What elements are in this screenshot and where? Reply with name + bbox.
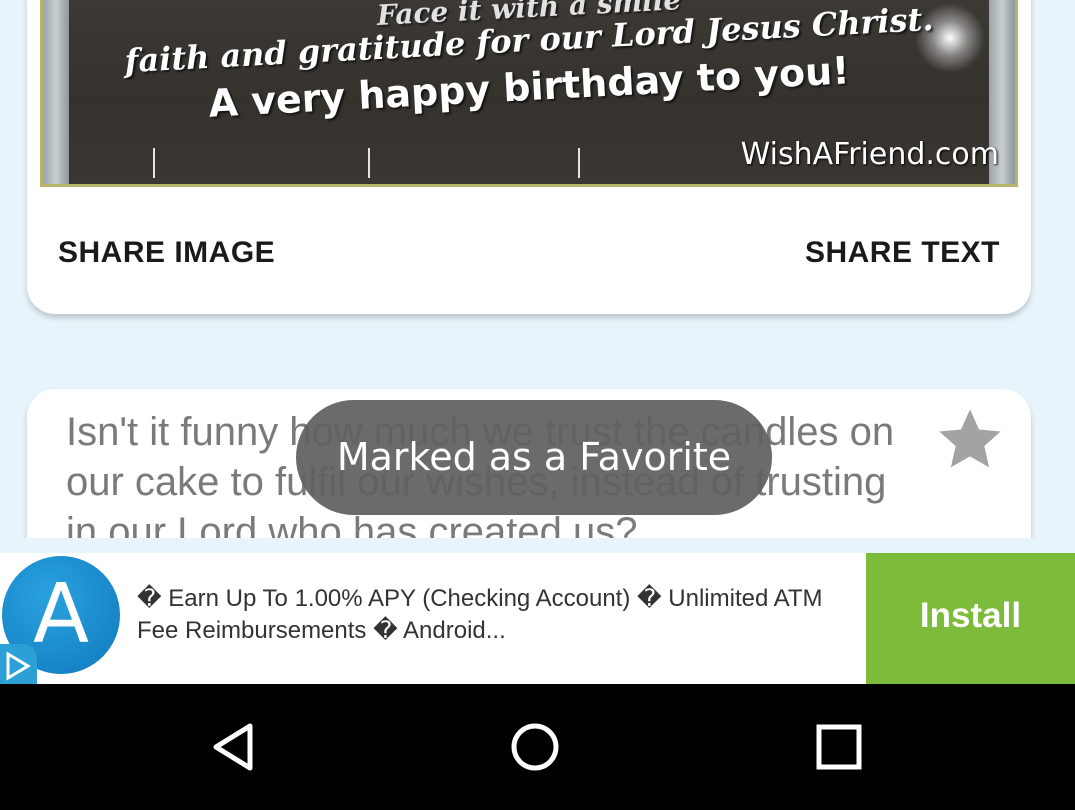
- ad-top-strip: [0, 538, 1075, 553]
- system-nav-bar: [0, 684, 1075, 810]
- adchoices-icon[interactable]: [0, 644, 37, 684]
- recents-square-icon[interactable]: [815, 722, 863, 772]
- star-icon[interactable]: [935, 405, 1005, 475]
- home-circle-icon[interactable]: [510, 722, 560, 772]
- branch-decoration: [153, 148, 155, 178]
- share-text-button[interactable]: SHARE TEXT: [805, 236, 1000, 270]
- ad-banner[interactable]: A � Earn Up To 1.00% APY (Checking Accou…: [0, 538, 1075, 684]
- ad-description[interactable]: � Earn Up To 1.00% APY (Checking Account…: [137, 583, 847, 647]
- branch-decoration: [578, 148, 580, 178]
- image-watermark: WishAFriend.com: [740, 137, 999, 172]
- greeting-image-card: Face it with a smile faith and gratitude…: [27, 0, 1031, 314]
- branch-decoration: [368, 148, 370, 178]
- back-triangle-icon[interactable]: [208, 722, 258, 772]
- favorite-toast: Marked as a Favorite: [296, 400, 772, 515]
- install-button[interactable]: Install: [866, 553, 1075, 684]
- greeting-image: Face it with a smile faith and gratitude…: [40, 0, 1018, 187]
- image-frame-left: [43, 0, 69, 184]
- share-image-button[interactable]: SHARE IMAGE: [58, 236, 275, 270]
